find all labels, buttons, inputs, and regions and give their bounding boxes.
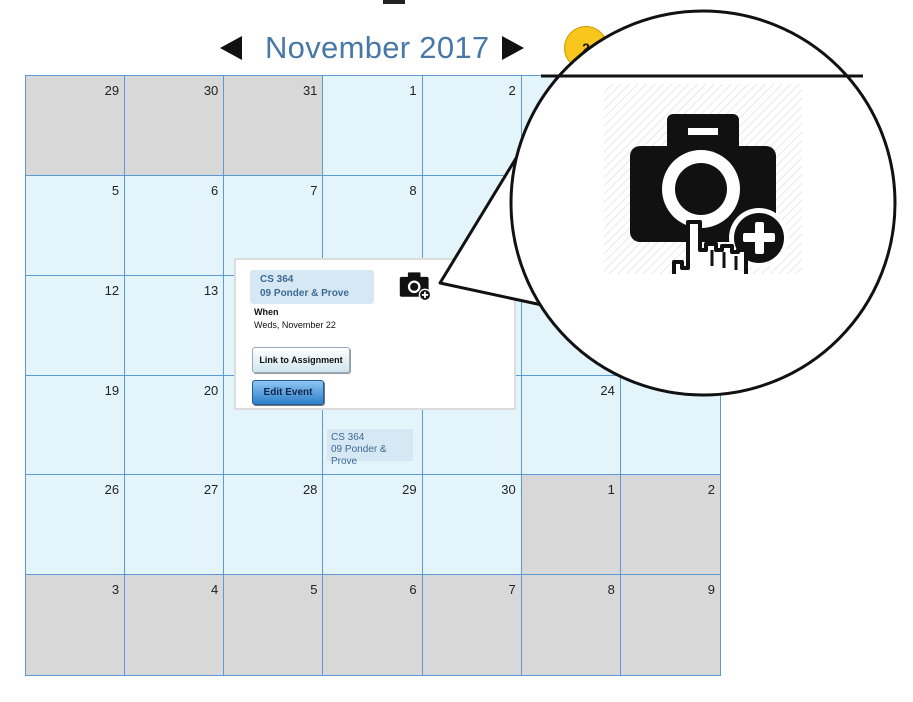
top-divider bbox=[383, 0, 405, 4]
day-number: 31 bbox=[302, 83, 318, 98]
day-number: 1 bbox=[409, 83, 417, 98]
calendar-day-cell[interactable]: 4 bbox=[125, 575, 225, 675]
when-label: When bbox=[254, 307, 279, 317]
day-number: 20 bbox=[203, 382, 219, 398]
calendar-day-cell[interactable]: 9 bbox=[620, 575, 720, 675]
day-number: 27 bbox=[203, 482, 219, 498]
day-number: 5 bbox=[310, 582, 318, 598]
calendar-day-cell[interactable]: 20 bbox=[125, 375, 225, 476]
edit-event-button[interactable]: Edit Event bbox=[252, 380, 324, 405]
add-photo-icon[interactable] bbox=[398, 268, 434, 302]
next-month-arrow-icon[interactable] bbox=[502, 36, 524, 60]
calendar-event-chip[interactable]: CS 364 09 Ponder & Prove bbox=[327, 429, 413, 467]
calendar-day-cell[interactable]: 30 bbox=[422, 475, 522, 576]
day-number: 26 bbox=[104, 482, 120, 498]
popup-title: 09 Ponder & Prove bbox=[260, 288, 349, 299]
zoomed-add-photo-icon bbox=[630, 114, 789, 274]
calendar-day-cell[interactable]: 8 bbox=[521, 575, 621, 675]
calendar-day-cell[interactable]: 31 bbox=[224, 76, 324, 176]
calendar-day-cell[interactable]: 28 bbox=[224, 475, 324, 576]
day-number: 9 bbox=[508, 182, 516, 198]
day-number: 28 bbox=[302, 482, 318, 498]
day-number: 30 bbox=[501, 482, 516, 498]
day-number: 8 bbox=[607, 582, 615, 598]
popup-course: CS 364 bbox=[260, 274, 294, 285]
day-number: 2 bbox=[707, 482, 715, 498]
calendar-day-cell[interactable]: 2 bbox=[620, 475, 720, 576]
event-title: 09 Ponder & Prove bbox=[331, 444, 387, 467]
day-number: 4 bbox=[211, 582, 219, 598]
calendar-day-cell[interactable]: 3 bbox=[26, 575, 126, 675]
day-number: 2 bbox=[508, 83, 516, 98]
calendar-day-cell[interactable]: 19 bbox=[26, 375, 126, 476]
calendar-day-cell[interactable]: 1 bbox=[323, 76, 423, 176]
calendar-day-cell[interactable]: 24 bbox=[521, 375, 621, 476]
calendar-day-cell[interactable]: 7 bbox=[422, 575, 522, 675]
previous-month-arrow-icon[interactable] bbox=[220, 36, 242, 60]
day-number: 30 bbox=[203, 83, 219, 98]
day-number: 9 bbox=[707, 582, 715, 598]
calendar-day-cell[interactable]: 5 bbox=[224, 575, 324, 675]
day-number: 13 bbox=[203, 282, 219, 298]
event-course: CS 364 bbox=[331, 432, 365, 443]
calendar-day-cell[interactable]: 29 bbox=[26, 76, 126, 176]
day-number: 7 bbox=[508, 582, 516, 598]
day-number: 5 bbox=[111, 182, 120, 198]
day-number: 25 bbox=[700, 382, 715, 398]
calendar-day-cell[interactable]: 29 bbox=[323, 475, 423, 576]
month-title: November 2017 bbox=[265, 30, 490, 65]
day-number: 6 bbox=[211, 182, 219, 198]
calendar-day-cell[interactable]: 26 bbox=[26, 475, 126, 576]
calendar-day-cell[interactable]: 17 bbox=[521, 275, 621, 376]
day-number: 12 bbox=[104, 282, 120, 298]
day-number: 24 bbox=[600, 382, 615, 398]
calendar-day-cell[interactable]: 30 bbox=[125, 76, 225, 176]
day-number: 6 bbox=[409, 582, 417, 598]
day-number: 7 bbox=[310, 182, 318, 198]
calendar-day-cell[interactable]: 2 bbox=[422, 76, 522, 176]
day-number: 1 bbox=[607, 482, 615, 498]
day-number: 17 bbox=[600, 282, 615, 298]
day-number: 19 bbox=[104, 382, 120, 398]
calendar-day-cell[interactable]: 25 bbox=[620, 375, 720, 476]
calendar-day-cell[interactable]: 27 bbox=[125, 475, 225, 576]
calendar-day-cell[interactable]: 18 bbox=[620, 275, 720, 376]
day-number: 18 bbox=[700, 282, 715, 298]
day-number: 3 bbox=[111, 582, 120, 598]
calendar-day-cell[interactable]: 5 bbox=[26, 175, 126, 276]
when-value: Weds, November 22 bbox=[254, 320, 336, 330]
calendar-day-cell[interactable]: 6 bbox=[125, 175, 225, 276]
notification-badge[interactable]: 2 bbox=[564, 26, 608, 70]
day-number: 29 bbox=[104, 83, 120, 98]
calendar-day-cell[interactable]: 1 bbox=[521, 475, 621, 576]
popup-event-tag: CS 364 09 Ponder & Prove bbox=[250, 270, 374, 304]
day-number: 29 bbox=[402, 482, 417, 498]
calendar-day-cell[interactable]: 12 bbox=[26, 275, 126, 376]
link-to-assignment-button[interactable]: Link to Assignment bbox=[252, 347, 350, 373]
calendar-day-cell[interactable]: 6 bbox=[323, 575, 423, 675]
secondary-circle-button[interactable] bbox=[612, 26, 658, 72]
event-popup: CS 364 09 Ponder & Prove When Weds, Nove… bbox=[234, 258, 516, 410]
day-number: 8 bbox=[409, 182, 417, 198]
calendar-day-cell[interactable]: 13 bbox=[125, 275, 225, 376]
